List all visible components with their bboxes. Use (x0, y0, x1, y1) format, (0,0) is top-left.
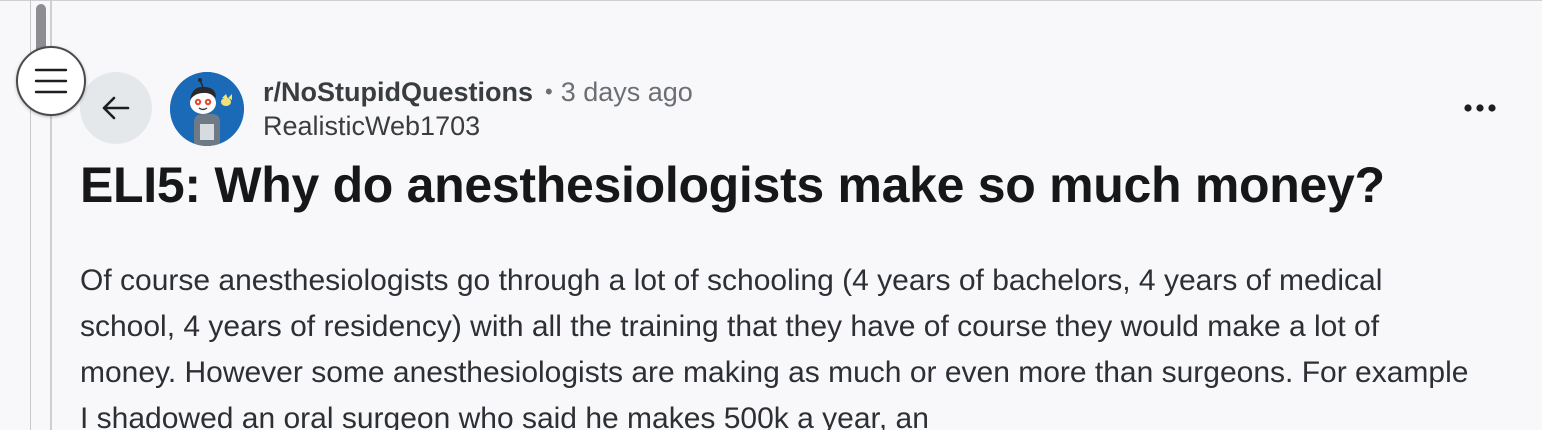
post-meta: r/NoStupidQuestions • 3 days ago (263, 74, 693, 110)
back-button[interactable] (80, 72, 152, 144)
meta-separator: • (545, 79, 553, 104)
top-divider (0, 0, 1542, 1)
post-page: r/NoStupidQuestions • 3 days ago Realist… (0, 0, 1542, 430)
subreddit-link[interactable]: r/NoStupidQuestions (263, 77, 533, 108)
subreddit-avatar[interactable] (170, 72, 244, 146)
post-title: ELI5: Why do anesthesiologists make so m… (80, 157, 1385, 213)
arrow-left-icon (102, 96, 130, 120)
more-horizontal-icon (1464, 104, 1496, 112)
menu-button[interactable] (16, 46, 86, 116)
post-age: 3 days ago (560, 76, 693, 107)
post-body: Of course anesthesiologists go through a… (80, 264, 1469, 430)
author-link[interactable]: RealisticWeb1703 (263, 111, 480, 142)
snoo-avatar-icon (170, 72, 244, 146)
hamburger-menu-icon (34, 68, 68, 94)
more-options-button[interactable] (1458, 88, 1502, 128)
